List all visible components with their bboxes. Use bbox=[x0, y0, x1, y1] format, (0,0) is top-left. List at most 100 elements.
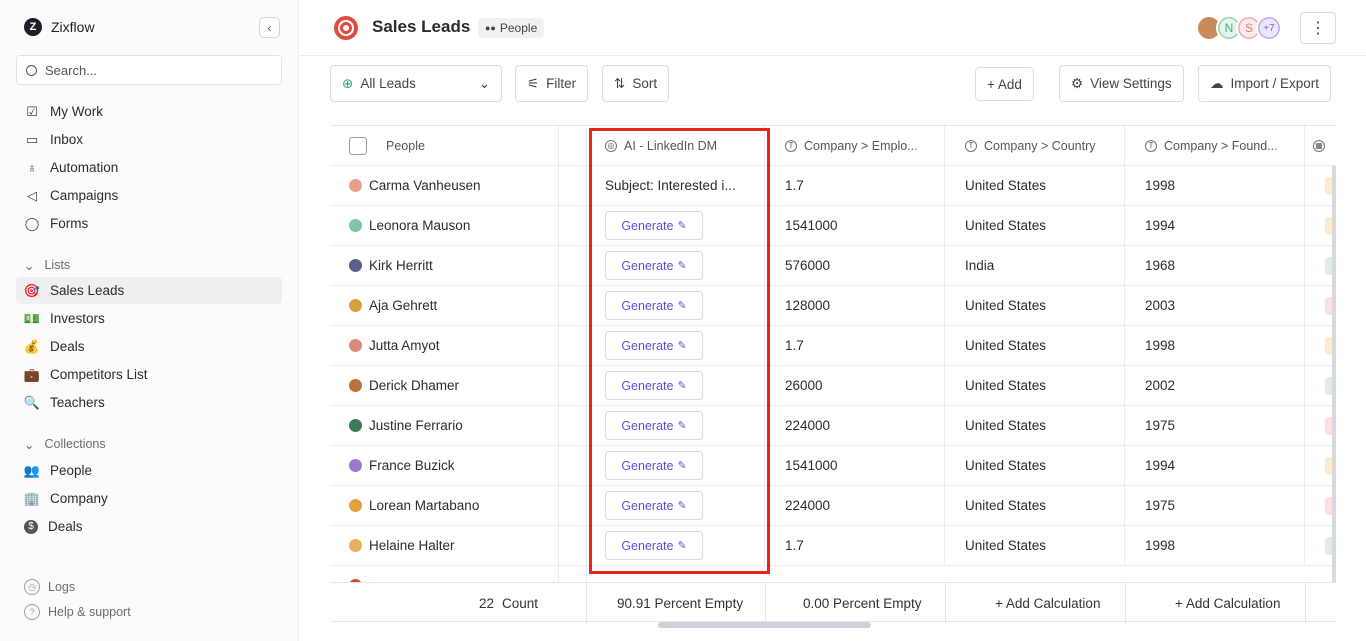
table-row-person[interactable]: Jutta Amyot bbox=[330, 326, 559, 366]
sidebar-item-my-work[interactable]: ☑ My Work bbox=[16, 98, 282, 125]
country-cell[interactable]: India bbox=[945, 246, 1125, 286]
import-export-button[interactable]: ☁ Import / Export bbox=[1198, 65, 1332, 102]
sidebar-item-company[interactable]: 🏢 Company bbox=[16, 485, 282, 512]
sidebar-item-sales-leads[interactable]: 🎯 Sales Leads bbox=[16, 277, 282, 304]
view-selector[interactable]: ⊕ All Leads ⌄ bbox=[330, 65, 502, 102]
sidebar-item-investors[interactable]: 💵 Investors bbox=[16, 305, 282, 332]
founded-cell[interactable]: 2003 bbox=[1125, 286, 1305, 326]
ai-linkedin-dm-cell[interactable]: Generate ✎ bbox=[587, 526, 765, 566]
ai-linkedin-dm-cell[interactable]: Subject: Interested i... bbox=[587, 166, 765, 206]
country-cell[interactable]: United States bbox=[945, 166, 1125, 206]
ai-linkedin-dm-cell[interactable]: Generate ✎ bbox=[587, 246, 765, 286]
ai-linkedin-dm-cell[interactable]: Generate ✎ bbox=[587, 446, 765, 486]
generate-button[interactable]: Generate ✎ bbox=[605, 371, 703, 400]
count-summary[interactable]: 22 Count bbox=[479, 583, 538, 623]
column-header-founded[interactable]: T Company > Found... bbox=[1125, 126, 1305, 166]
employees-cell[interactable]: 128000 bbox=[765, 286, 945, 326]
employees-cell[interactable]: 1.7 bbox=[765, 326, 945, 366]
sidebar-item-teachers[interactable]: 🔍 Teachers bbox=[16, 389, 282, 416]
table-row-person[interactable]: Derick Dhamer bbox=[330, 366, 559, 406]
logs-link[interactable]: ◷ Logs bbox=[24, 577, 75, 597]
add-calculation-founded[interactable]: + Add Calculation bbox=[1175, 583, 1280, 623]
founded-cell[interactable]: 1975 bbox=[1125, 406, 1305, 446]
founded-cell[interactable]: 1998 bbox=[1125, 326, 1305, 366]
employees-cell[interactable]: 26000 bbox=[765, 366, 945, 406]
generate-button[interactable]: Generate ✎ bbox=[605, 291, 703, 320]
table-row-person[interactable]: Leonora Mauson bbox=[330, 206, 559, 246]
ai-linkedin-dm-cell[interactable]: Generate ✎ bbox=[587, 406, 765, 446]
view-settings-button[interactable]: ⚙ View Settings bbox=[1059, 65, 1184, 102]
table-row-person[interactable]: Carma Vanheusen bbox=[330, 166, 559, 206]
vertical-scrollbar[interactable] bbox=[1332, 166, 1336, 582]
sidebar-item-people[interactable]: 👥 People bbox=[16, 457, 282, 484]
collections-section-toggle[interactable]: ⌄ Collections bbox=[24, 435, 106, 453]
horizontal-scrollbar[interactable] bbox=[658, 622, 871, 628]
column-header-employees[interactable]: T Company > Emplo... bbox=[765, 126, 945, 166]
collaborator-avatars[interactable]: N S +7 bbox=[1196, 15, 1282, 41]
founded-cell[interactable]: 1998 bbox=[1125, 166, 1305, 206]
ai-linkedin-dm-cell[interactable]: Generate ✎ bbox=[587, 486, 765, 526]
country-cell[interactable]: United States bbox=[945, 206, 1125, 246]
filter-button[interactable]: ⚟ Filter bbox=[515, 65, 589, 102]
country-cell[interactable]: United States bbox=[945, 406, 1125, 446]
generate-button[interactable]: Generate ✎ bbox=[605, 451, 703, 480]
ai-linkedin-dm-cell[interactable]: Generate ✎ bbox=[587, 286, 765, 326]
employees-cell[interactable]: 1541000 bbox=[765, 206, 945, 246]
column-header-people[interactable]: People bbox=[330, 126, 559, 166]
founded-cell[interactable]: 1994 bbox=[1125, 206, 1305, 246]
search-input[interactable]: Search... bbox=[16, 55, 282, 85]
country-cell[interactable]: United States bbox=[945, 366, 1125, 406]
employees-cell[interactable]: 1.7 bbox=[765, 526, 945, 566]
employees-cell[interactable]: 1541000 bbox=[765, 446, 945, 486]
generate-button[interactable]: Generate ✎ bbox=[605, 211, 703, 240]
founded-cell[interactable]: 1975 bbox=[1125, 486, 1305, 526]
generate-button[interactable]: Generate ✎ bbox=[605, 251, 703, 280]
sidebar-item-deals-collection[interactable]: $ Deals bbox=[16, 513, 282, 540]
table-row-person[interactable]: France Buzick bbox=[330, 446, 559, 486]
country-cell[interactable]: United States bbox=[945, 486, 1125, 526]
add-calculation-country[interactable]: + Add Calculation bbox=[995, 583, 1100, 623]
country-cell[interactable]: United States bbox=[945, 446, 1125, 486]
generate-button[interactable]: Generate ✎ bbox=[605, 531, 703, 560]
brand[interactable]: Z Zixflow bbox=[24, 16, 95, 38]
sidebar-item-inbox[interactable]: ▭ Inbox bbox=[16, 126, 282, 153]
founded-cell[interactable]: 1994 bbox=[1125, 446, 1305, 486]
collapse-sidebar-button[interactable]: ‹ bbox=[259, 17, 280, 38]
add-button[interactable]: + Add bbox=[975, 67, 1034, 101]
ai-linkedin-dm-cell[interactable]: Generate ✎ bbox=[587, 206, 765, 246]
ai-linkedin-dm-cell[interactable]: Generate ✎ bbox=[587, 326, 765, 366]
ai-linkedin-dm-cell[interactable]: Generate ✎ bbox=[587, 366, 765, 406]
founded-cell[interactable]: 1998 bbox=[1125, 526, 1305, 566]
sort-button[interactable]: ⇅ Sort bbox=[602, 65, 670, 102]
table-row-person[interactable]: Helaine Halter bbox=[330, 526, 559, 566]
employees-cell[interactable]: 1.7 bbox=[765, 166, 945, 206]
select-all-checkbox[interactable] bbox=[349, 136, 367, 155]
country-cell[interactable]: United States bbox=[945, 326, 1125, 366]
generate-button[interactable]: Generate ✎ bbox=[605, 331, 703, 360]
column-header-country[interactable]: T Company > Country bbox=[945, 126, 1125, 166]
table-row-person[interactable]: Lorean Martabano bbox=[330, 486, 559, 526]
more-options-button[interactable]: ⋮ bbox=[1300, 12, 1336, 44]
table-row-person[interactable]: Justine Ferrario bbox=[330, 406, 559, 446]
lists-section-toggle[interactable]: ⌄ Lists bbox=[24, 256, 70, 274]
collection-badge[interactable]: ●● People bbox=[478, 18, 545, 38]
employees-empty-summary[interactable]: 0.00 Percent Empty bbox=[803, 583, 922, 623]
sidebar-item-forms[interactable]: ◯ Forms bbox=[16, 210, 282, 237]
help-support-link[interactable]: ? Help & support bbox=[24, 602, 131, 622]
table-row-person[interactable]: Kirk Herritt bbox=[330, 246, 559, 286]
founded-cell[interactable]: 2002 bbox=[1125, 366, 1305, 406]
employees-cell[interactable]: 224000 bbox=[765, 406, 945, 446]
employees-cell[interactable]: 224000 bbox=[765, 486, 945, 526]
table-row-person[interactable]: Aja Gehrett bbox=[330, 286, 559, 326]
sidebar-item-deals[interactable]: 💰 Deals bbox=[16, 333, 282, 360]
sidebar-item-automation[interactable]: ♁ Automation bbox=[16, 154, 282, 181]
sidebar-item-competitors-list[interactable]: 💼 Competitors List bbox=[16, 361, 282, 388]
column-header-ai-linkedin-dm[interactable]: ◎ AI - LinkedIn DM bbox=[587, 126, 765, 166]
employees-cell[interactable]: 576000 bbox=[765, 246, 945, 286]
generate-button[interactable]: Generate ✎ bbox=[605, 411, 703, 440]
ai-empty-summary[interactable]: 90.91 Percent Empty bbox=[617, 583, 743, 623]
founded-cell[interactable]: 1968 bbox=[1125, 246, 1305, 286]
sidebar-item-campaigns[interactable]: ◁ Campaigns bbox=[16, 182, 282, 209]
country-cell[interactable]: United States bbox=[945, 526, 1125, 566]
column-header-next[interactable]: ▦ bbox=[1305, 126, 1336, 166]
